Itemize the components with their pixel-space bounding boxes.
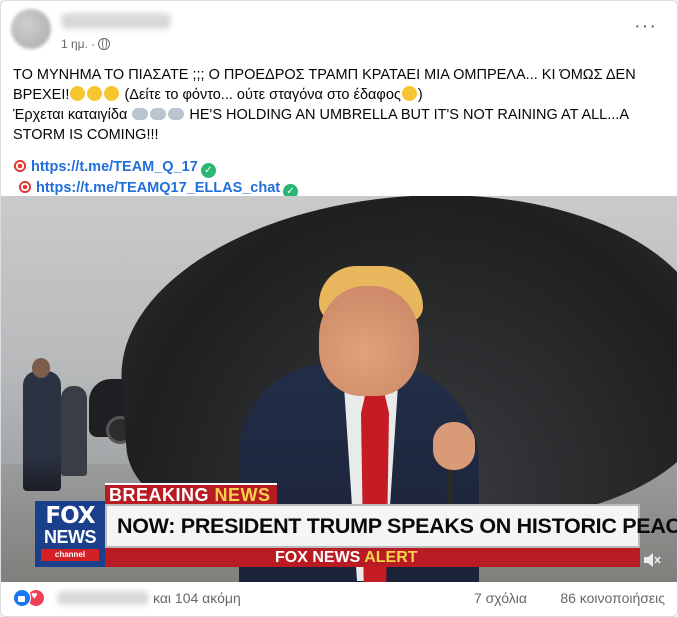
post-footer: και 104 ακόμη 7 σχόλια 86 κοινοποιήσεις bbox=[13, 587, 665, 611]
text-fragment: ΒΡΕΧΕΙ! bbox=[13, 87, 70, 103]
telegram-link-2[interactable]: https://t.me/TEAMQ17_ELLAS_chat bbox=[36, 180, 280, 196]
text-line-3: Έρχεται καταιγίδα HE'S HOLDING AN UMBREL… bbox=[13, 105, 663, 125]
agent-figure bbox=[23, 371, 61, 491]
post-time[interactable]: 1 ημ. · bbox=[61, 37, 95, 51]
umbrella-rain-emoji-icon bbox=[132, 108, 149, 120]
more-options-icon[interactable]: ··· bbox=[634, 15, 657, 38]
second-figure bbox=[61, 386, 87, 476]
reactor-names-blurred[interactable] bbox=[57, 591, 149, 605]
news-chyron: FOX NEWS channel BREAKING NEWS NOW: PRES… bbox=[35, 481, 677, 567]
text-fragment: ) bbox=[417, 87, 423, 103]
shares-count[interactable]: 86 κοινοποιήσεις bbox=[560, 590, 665, 606]
telegram-link-1[interactable]: https://t.me/TEAM_Q_17 bbox=[31, 159, 198, 175]
mute-icon[interactable] bbox=[643, 552, 661, 568]
video-player[interactable]: FOX NEWS channel BREAKING NEWS NOW: PRES… bbox=[1, 196, 677, 582]
breaking-news-banner: BREAKING NEWS bbox=[105, 483, 277, 505]
logo-fox: FOX bbox=[45, 503, 95, 529]
cloud-rain-emoji-icon bbox=[168, 108, 185, 120]
chyron-headline: NOW: PRESIDENT TRUMP SPEAKS ON HISTORIC … bbox=[105, 504, 677, 548]
text-fragment: HE'S HOLDING AN UMBRELLA BUT IT'S NOT RA… bbox=[185, 107, 630, 123]
alert-brand: FOX NEWS bbox=[275, 549, 361, 566]
emoji-icon bbox=[104, 86, 120, 101]
logo-news: NEWS bbox=[44, 527, 97, 547]
sunglasses-emoji-icon bbox=[401, 86, 417, 101]
post-header: 1 ημ. · ··· bbox=[11, 9, 667, 57]
like-icon bbox=[13, 589, 31, 607]
post-meta: 1 ημ. · bbox=[61, 37, 111, 51]
facebook-post: 1 ημ. · ··· ΤΟ ΜΥΝΗΜΑ ΤΟ ΠΙΑΣΑΤΕ ;;; Ο Π… bbox=[0, 0, 678, 617]
text-fragment: (Δείτε το φόντο... ούτε σταγόνα στο έδαφ… bbox=[120, 87, 401, 103]
emoji-icon bbox=[87, 86, 103, 101]
text-line-1: ΤΟ ΜΥΝΗΜΑ ΤΟ ΠΙΑΣΑΤΕ ;;; Ο ΠΡΟΕΔΡΟΣ ΤΡΑΜ… bbox=[13, 67, 636, 83]
alert-word: ALERT bbox=[364, 549, 418, 566]
reactions-count[interactable]: και 104 ακόμη bbox=[153, 590, 241, 606]
logo-channel: channel bbox=[41, 549, 99, 561]
breaking-label: BREAKING bbox=[109, 485, 210, 505]
text-fragment: Έρχεται καταιγίδα bbox=[13, 107, 132, 123]
text-line-2: ΒΡΕΧΕΙ! (Δείτε το φόντο... ούτε σταγόνα … bbox=[13, 85, 663, 105]
cloud-rain-emoji-icon bbox=[150, 108, 167, 120]
agent-head bbox=[32, 358, 50, 378]
target-emoji-icon bbox=[13, 159, 27, 173]
comments-count[interactable]: 7 σχόλια bbox=[474, 590, 527, 606]
fox-news-alert-bar: FOX NEWS ALERT bbox=[105, 548, 640, 567]
author-name-blurred[interactable] bbox=[61, 13, 171, 29]
text-line-4: STORM IS COMING!!! bbox=[13, 127, 159, 143]
globe-icon bbox=[98, 38, 111, 50]
reaction-icons[interactable] bbox=[13, 589, 45, 607]
face bbox=[319, 286, 419, 396]
target-emoji-icon bbox=[18, 180, 32, 194]
link-line-1: https://t.me/TEAM_Q_17 ✓ bbox=[13, 157, 663, 178]
breaking-news-word: NEWS bbox=[214, 485, 271, 505]
check-emoji-icon: ✓ bbox=[200, 163, 216, 178]
post-text: ΤΟ ΜΥΝΗΜΑ ΤΟ ΠΙΑΣΑΤΕ ;;; Ο ΠΡΟΕΔΡΟΣ ΤΡΑΜ… bbox=[13, 65, 663, 199]
hand bbox=[433, 422, 475, 470]
emoji-icon bbox=[70, 86, 86, 101]
fox-news-logo: FOX NEWS channel bbox=[35, 501, 105, 567]
avatar[interactable] bbox=[11, 9, 51, 49]
